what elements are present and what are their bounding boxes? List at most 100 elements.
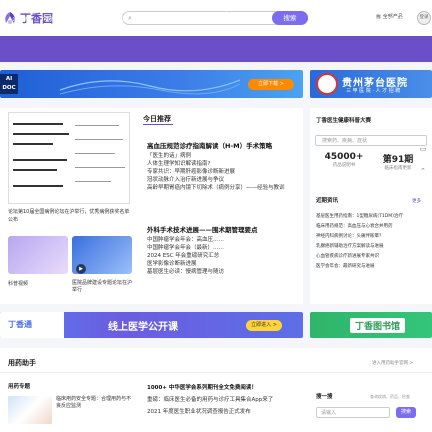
article-list: 中国肿瘤学会年会：高血压…… 中国肿瘤学会年会（最新）…… 2024 ESC 年… xyxy=(147,236,224,276)
article-link[interactable]: 专家共识：早期肝癌影像诊断新进展 xyxy=(147,168,285,176)
nav-item[interactable]: 外科 xyxy=(132,4,142,11)
ad-download-button[interactable]: 立即下载 > xyxy=(248,79,294,90)
tool-search-input[interactable]: 请输入 xyxy=(316,407,390,418)
news-link[interactable]: 临床用药规范：高血压与心衰合并用药 xyxy=(316,222,416,232)
divider xyxy=(0,372,432,373)
library-title: 丁香图书馆 xyxy=(350,318,406,333)
ad-banner-right[interactable]: 贵州茅台医院 三 甲 医 院 · 人 才 招 聘 xyxy=(310,70,432,98)
article-link[interactable]: 高龄早期胃癌内镜下切除术（病例分享）——经验与教训 xyxy=(147,184,285,192)
sub-title: 用药专题 xyxy=(8,384,31,390)
tool-title: 搜一搜 xyxy=(316,394,333,400)
nav-item[interactable]: 影像 xyxy=(170,16,180,23)
video-thumbnail[interactable] xyxy=(8,236,68,274)
nav-item[interactable]: 内科 xyxy=(114,4,124,11)
lecture-logo: 丁香通 xyxy=(0,312,64,338)
nav-group-3: 论坛 用药 病例 影像 检验 科研 xyxy=(170,4,216,23)
article-link[interactable]: 中国肿瘤学会年会：高血压…… xyxy=(147,236,224,244)
nav-divider xyxy=(84,6,85,22)
tool-search-button[interactable]: 搜索 xyxy=(396,407,416,418)
title-underline xyxy=(143,124,173,125)
lecture-enter-button[interactable]: 立即进入 > xyxy=(246,320,282,331)
thumbnail-caption[interactable]: 论坛第10届全国病例论坛在沪举行，优秀病例获奖名单公布 xyxy=(8,208,130,224)
nav-item[interactable]: 论坛 xyxy=(170,4,180,11)
nav-divider xyxy=(226,6,227,22)
lecture-title: 线上医学公开课 xyxy=(108,322,178,333)
nav-item[interactable]: 临床助手 xyxy=(40,4,60,11)
article-link[interactable]: 冠状动脉介入治疗新进展与争议 xyxy=(147,176,285,184)
main-nav xyxy=(0,36,432,62)
lecture-banner[interactable]: 丁香通 线上医学公开课 立即进入 > xyxy=(0,312,303,338)
bottom-link[interactable]: 重磅：临床医生必备的用药与诊疗工具集合App来了 xyxy=(147,394,273,406)
nav-item[interactable]: 医联 xyxy=(388,4,405,11)
nav-item[interactable]: 找医生 xyxy=(236,4,251,11)
nav-item[interactable]: 临床 xyxy=(96,4,106,11)
nav-item[interactable]: 口腔 xyxy=(132,16,142,23)
article-link[interactable]: 医学影像诊断新进展 xyxy=(147,260,224,268)
nav-item[interactable]: 科研 xyxy=(206,16,216,23)
section-title-recommend: 今日推荐 xyxy=(143,115,171,123)
nav-item[interactable]: 找医院 xyxy=(259,4,274,11)
nav-item[interactable]: 找药品 xyxy=(236,16,251,23)
nav-group-2: 临床 内科 外科 妇产 儿科 口腔 xyxy=(96,4,142,23)
nav-item[interactable]: 公开课 xyxy=(12,16,32,23)
stat-drug-count[interactable]: 45000+ 药品说明书 xyxy=(318,152,370,180)
news-link[interactable]: 心血管疾病诊疗新进展专家共识 xyxy=(316,252,416,262)
nav-item[interactable]: 用药 xyxy=(188,4,198,11)
article-link[interactable]: 基层医生必读：慢病管理与随访 xyxy=(147,268,224,276)
news-link[interactable]: 医学会年会：最新研究与进展 xyxy=(316,262,416,272)
nav-item[interactable]: 丁香题库 xyxy=(40,16,60,23)
article-link[interactable]: 「医生的话」病例 xyxy=(147,152,285,160)
nav-item[interactable]: 用药助手 xyxy=(332,16,352,23)
nav-divider xyxy=(322,6,323,22)
tool-hint: 查询疾病、药品、检查 xyxy=(370,394,410,399)
nav-group-4: 找医生 找医院 找药品 xyxy=(236,4,274,23)
chat-icon[interactable]: ▭ xyxy=(418,144,428,154)
library-banner[interactable]: 丁香图书馆 xyxy=(310,312,432,338)
article-link[interactable]: 人体生理学知识解读指南? xyxy=(147,160,285,168)
nav-item[interactable]: 检验 xyxy=(188,16,198,23)
play-icon[interactable]: ▶ xyxy=(76,264,86,274)
news-list: 基层医生用药指南：1型糖尿病(T1DM)治疗 临床用药规范：高血压与心衰合并用药… xyxy=(316,212,416,272)
ad-wave-graphic xyxy=(60,79,240,95)
nav-item[interactable]: 丁香医生 xyxy=(360,4,380,11)
bottom-more-link[interactable]: 进入用药助手官网 > xyxy=(372,360,413,366)
article-link[interactable]: 中国肿瘤学会年会（最新）…… xyxy=(147,244,224,252)
ad-tag: AI DOC xyxy=(0,74,18,94)
panel-title[interactable]: 丁香医生健康科普大赛 xyxy=(316,116,371,124)
thumbnail-caption[interactable]: 科普视频 xyxy=(8,280,68,288)
stat-label: 临床指南更新 xyxy=(384,166,412,171)
stat-value: 45000+ xyxy=(324,152,364,162)
headline-link[interactable]: 高血压规范诊疗指南解读（H-M）手术策略 xyxy=(147,140,272,150)
hospital-logo-icon xyxy=(316,73,338,95)
news-link[interactable]: 神经内科病例讨论：头痛伴眩晕？ xyxy=(316,232,416,242)
news-more-link[interactable]: 更多 xyxy=(412,198,421,204)
ad-banner-left[interactable]: AI DOC 立即下载 > xyxy=(0,70,303,98)
nav-item[interactable]: 妇产 xyxy=(96,16,106,23)
search-button[interactable]: 搜索 xyxy=(272,11,308,25)
news-title: 近期资讯 xyxy=(316,198,339,204)
stat-label: 药品说明书 xyxy=(332,163,356,168)
headline-link[interactable]: 外科手术技术进展——围术期管理要点 xyxy=(147,224,258,234)
nav-item[interactable]: Insight xyxy=(388,16,405,23)
news-link[interactable]: 乳腺癌新辅助治疗方案解读与进展 xyxy=(316,242,416,252)
topic-thumbnail[interactable] xyxy=(8,396,52,424)
news-link[interactable]: 基层医生用药指南：1型糖尿病(T1DM)治疗 xyxy=(316,212,416,222)
topic-caption[interactable]: 临床用药安全专题：合理用药与不良反应监测 xyxy=(56,396,132,410)
bottom-link[interactable]: 2021 年度医生职业状况调查报告正式发布 xyxy=(147,406,273,418)
drug-search-input[interactable]: 搜索药、疾病、症状 xyxy=(315,135,427,146)
bottom-link[interactable]: 1000+ 中华医学会系列期刊全文免费阅读！ xyxy=(147,382,273,394)
nav-group-5: 丁香园 丁香医生 医联 用药助手 丁香人才 Insight xyxy=(332,4,405,23)
bottom-title: 用药助手 xyxy=(8,359,36,367)
nav-item[interactable]: 新手指南 xyxy=(12,4,32,11)
nav-item[interactable]: 丁香人才 xyxy=(360,16,380,23)
article-list: 「医生的话」病例 人体生理学知识解读指南? 专家共识：早期肝癌影像诊断新进展 冠… xyxy=(147,152,285,192)
document-thumbnail[interactable] xyxy=(8,112,130,204)
stat-issue[interactable]: 第91期 临床指南更新 xyxy=(372,152,424,180)
nav-item[interactable]: 病例 xyxy=(206,4,216,11)
nav-item[interactable]: 丁香园 xyxy=(332,4,352,11)
nav-item[interactable]: 儿科 xyxy=(114,16,124,23)
login-avatar[interactable]: 登录 xyxy=(417,11,431,25)
article-link[interactable]: 2024 ESC 年会重磅研究汇总 xyxy=(147,252,224,260)
thumbnail-caption[interactable]: 医院品牌建设专题论坛在沪举行 xyxy=(72,280,132,294)
back-to-top-icon[interactable]: ⌃ xyxy=(418,166,428,176)
